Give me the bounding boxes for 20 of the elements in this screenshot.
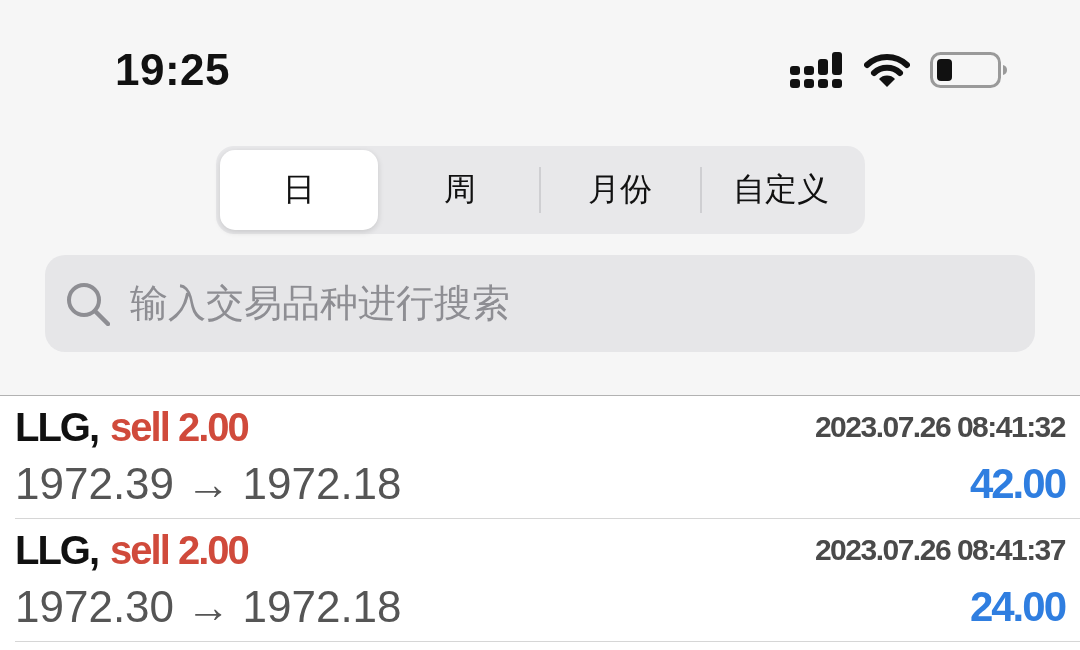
wifi-icon — [864, 53, 910, 87]
search-field[interactable]: 输入交易品种进行搜索 — [45, 255, 1035, 352]
trade-symbol: LLG, — [15, 527, 99, 573]
period-tab[interactable]: 日 — [219, 150, 379, 230]
trade-profit: 24.00 — [969, 583, 1065, 631]
trade-prices: 1972.30 → 1972.18 — [15, 582, 402, 632]
trade-order: sell 2.00 — [110, 527, 248, 573]
search-icon — [66, 282, 110, 326]
status-time: 19:25 — [115, 45, 231, 95]
period-tab[interactable]: 周 — [380, 150, 539, 230]
battery-icon — [930, 52, 1008, 88]
trade-symbol: LLG, — [15, 404, 99, 450]
period-tab[interactable]: 月份 — [541, 150, 700, 230]
trade-profit: 42.00 — [969, 460, 1065, 508]
trade-time: 2023.07.26 08:41:37 — [814, 533, 1065, 567]
period-tab[interactable]: 自定义 — [701, 150, 861, 230]
trade-prices: 1972.39 → 1972.18 — [15, 459, 402, 509]
trade-order: sell 2.00 — [110, 404, 248, 450]
signal-icon — [790, 52, 844, 88]
trade-time: 2023.07.26 08:41:32 — [814, 410, 1065, 444]
